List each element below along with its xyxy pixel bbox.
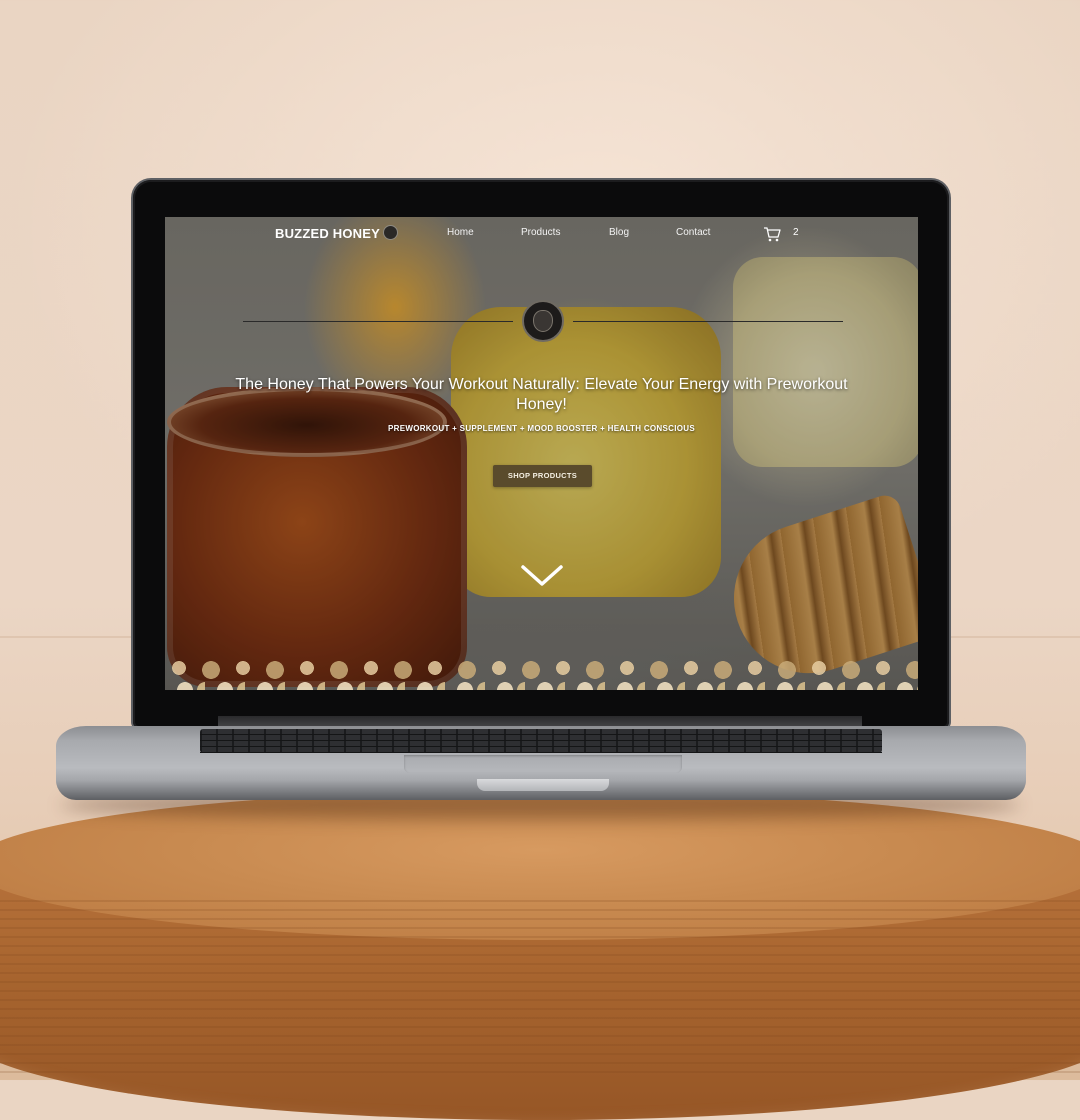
honeycomb-border-lower	[165, 676, 918, 690]
shop-products-button[interactable]: SHOP PRODUCTS	[493, 465, 592, 487]
hero-overlay	[165, 217, 918, 690]
hero-divider-left	[243, 321, 513, 322]
laptop-keyboard	[200, 729, 882, 753]
bear-logo-icon[interactable]	[383, 225, 398, 240]
laptop-screen: BUZZED HONEY Home Products Blog Contact …	[165, 217, 918, 690]
cart-icon[interactable]	[763, 226, 781, 242]
hero-tagline: PREWORKOUT + SUPPLEMENT + MOOD BOOSTER +…	[388, 424, 695, 433]
hero-divider-right	[573, 321, 843, 322]
wood-grain	[0, 900, 1080, 1080]
nav-blog-link[interactable]: Blog	[609, 227, 629, 238]
chevron-down-icon[interactable]	[520, 563, 564, 589]
brand-logo-text[interactable]: BUZZED HONEY	[275, 226, 380, 241]
cart-count[interactable]: 2	[793, 227, 799, 238]
laptop-trackpad	[404, 755, 682, 773]
nav-home-link[interactable]: Home	[447, 227, 474, 238]
bear-logo-icon	[522, 300, 564, 342]
nav-contact-link[interactable]: Contact	[676, 227, 710, 238]
hero-headline: The Honey That Powers Your Workout Natur…	[235, 376, 848, 413]
site-nav: BUZZED HONEY Home Products Blog Contact …	[165, 217, 918, 251]
bear-face-icon	[533, 310, 553, 332]
laptop-notch	[477, 779, 609, 791]
nav-products-link[interactable]: Products	[521, 227, 560, 238]
